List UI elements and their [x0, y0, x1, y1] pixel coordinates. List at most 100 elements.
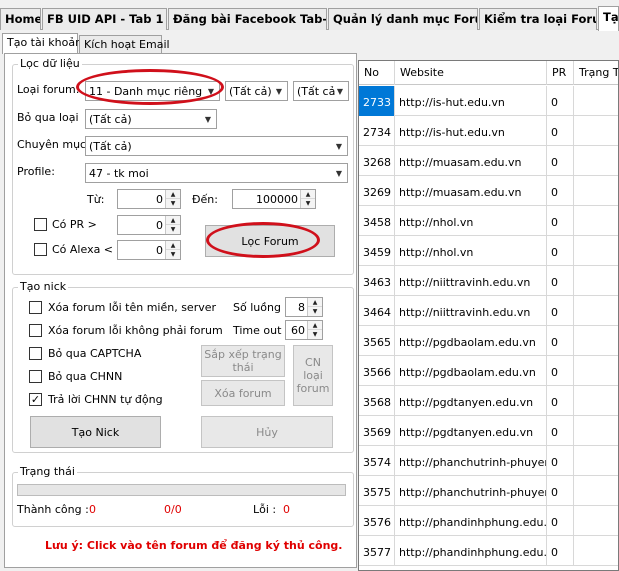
table-row[interactable]: 3577 http://phandinhphung.edu.vn 0	[359, 536, 618, 566]
caret-down-icon[interactable]: ▼	[166, 250, 180, 259]
cell-status[interactable]	[574, 506, 618, 536]
xoa-forum-loi-ten-mien-checkbox[interactable]	[29, 301, 42, 314]
caret-up-icon[interactable]: ▲	[308, 298, 322, 307]
cell-status[interactable]	[574, 476, 618, 506]
cell-no[interactable]: 3575	[359, 476, 395, 506]
bo-qua-chnn-checkbox[interactable]	[29, 370, 42, 383]
cell-pr[interactable]: 0	[547, 86, 574, 116]
table-row[interactable]: 3568 http://pgdtanyen.edu.vn 0	[359, 386, 618, 416]
cell-pr[interactable]: 0	[547, 536, 574, 566]
cell-website[interactable]: http://phandinhphung.edu.vn	[395, 506, 547, 536]
cell-pr[interactable]: 0	[547, 176, 574, 206]
cn-loai-forum-button[interactable]: CN loại forum	[293, 345, 333, 406]
spin-buttons[interactable]: ▲ ▼	[165, 190, 180, 208]
cell-website[interactable]: http://niittravinh.edu.vn	[395, 296, 547, 326]
tab-tao-tai-khoan[interactable]: Tạ	[598, 6, 619, 31]
cell-website[interactable]: http://phanchutrinh-phuyen...	[395, 446, 547, 476]
tu-stepper[interactable]: 0 ▲ ▼	[117, 189, 181, 209]
column-header-no[interactable]: No	[359, 61, 395, 85]
forum-grid[interactable]: No Website PR Trạng T 2733 http://is-hut.…	[358, 60, 619, 571]
cell-status[interactable]	[574, 116, 618, 146]
cell-no[interactable]: 3574	[359, 446, 395, 476]
tab-dang-bai-facebook[interactable]: Đăng bài Facebook Tab-1	[168, 8, 327, 30]
so-luong-stepper[interactable]: 8 ▲ ▼	[285, 297, 323, 317]
cell-status[interactable]	[574, 326, 618, 356]
cell-no[interactable]: 3566	[359, 356, 395, 386]
cell-website[interactable]: http://pgdtanyen.edu.vn	[395, 416, 547, 446]
cell-website[interactable]: http://phandinhphung.edu.vn	[395, 536, 547, 566]
tab-fb-uid-api[interactable]: FB UID API - Tab 1	[42, 8, 167, 30]
table-row[interactable]: 3565 http://pgdbaolam.edu.vn 0	[359, 326, 618, 356]
cell-no[interactable]: 3458	[359, 206, 395, 236]
delete-forum-button[interactable]: Xóa forum	[201, 380, 285, 406]
column-header-status[interactable]: Trạng T	[574, 61, 618, 85]
cell-no[interactable]: 3565	[359, 326, 395, 356]
cell-no[interactable]: 3576	[359, 506, 395, 536]
tra-loi-chnn-tu-dong-checkbox[interactable]: ✓	[29, 393, 42, 406]
cell-website[interactable]: http://pgdtanyen.edu.vn	[395, 386, 547, 416]
subtab-tao-tai-khoan[interactable]: Tạo tài khoản	[2, 33, 82, 54]
cell-pr[interactable]: 0	[547, 476, 574, 506]
cell-website[interactable]: http://pgdbaolam.edu.vn	[395, 326, 547, 356]
cell-status[interactable]	[574, 416, 618, 446]
caret-down-icon[interactable]: ▼	[308, 330, 322, 339]
create-nick-button[interactable]: Tạo Nick	[30, 416, 161, 448]
tab-home[interactable]: Home	[0, 8, 41, 30]
cell-status[interactable]	[574, 356, 618, 386]
table-row[interactable]: 2733 http://is-hut.edu.vn 0	[359, 86, 618, 116]
co-pr-stepper[interactable]: 0 ▲ ▼	[117, 215, 181, 235]
cell-website[interactable]: http://nhol.vn	[395, 206, 547, 236]
table-row[interactable]: 3566 http://pgdbaolam.edu.vn 0	[359, 356, 618, 386]
cell-pr[interactable]: 0	[547, 296, 574, 326]
den-stepper[interactable]: 100000 ▲ ▼	[232, 189, 316, 209]
column-header-pr[interactable]: PR	[547, 61, 574, 85]
caret-down-icon[interactable]: ▼	[166, 199, 180, 208]
cancel-button[interactable]: Hủy	[201, 416, 333, 448]
table-row[interactable]: 3569 http://pgdtanyen.edu.vn 0	[359, 416, 618, 446]
cell-pr[interactable]: 0	[547, 416, 574, 446]
cell-pr[interactable]: 0	[547, 446, 574, 476]
co-pr-checkbox[interactable]	[34, 218, 47, 231]
cell-no[interactable]: 2734	[359, 116, 395, 146]
cell-status[interactable]	[574, 86, 618, 116]
column-header-website[interactable]: Website	[395, 61, 547, 85]
xoa-forum-khong-phai-forum-checkbox[interactable]	[29, 324, 42, 337]
cell-website[interactable]: http://muasam.edu.vn	[395, 146, 547, 176]
co-alexa-checkbox[interactable]	[34, 243, 47, 256]
cell-no[interactable]: 3464	[359, 296, 395, 326]
cell-status[interactable]	[574, 446, 618, 476]
bo-qua-captcha-checkbox[interactable]	[29, 347, 42, 360]
cell-status[interactable]	[574, 236, 618, 266]
tab-quan-ly-danh-muc-forum[interactable]: Quản lý danh mục Forum	[328, 8, 478, 30]
time-out-stepper[interactable]: 60 ▲ ▼	[285, 320, 323, 340]
caret-up-icon[interactable]: ▲	[166, 216, 180, 225]
spin-buttons[interactable]: ▲ ▼	[307, 298, 322, 316]
cell-website[interactable]: http://muasam.edu.vn	[395, 176, 547, 206]
cell-website[interactable]: http://nhol.vn	[395, 236, 547, 266]
cell-status[interactable]	[574, 266, 618, 296]
cell-pr[interactable]: 0	[547, 266, 574, 296]
cell-status[interactable]	[574, 296, 618, 326]
cell-no[interactable]: 3569	[359, 416, 395, 446]
cell-pr[interactable]: 0	[547, 386, 574, 416]
bo-qua-loai-select[interactable]: (Tất cả) ▼	[85, 109, 217, 129]
table-row[interactable]: 3575 http://phanchutrinh-phuyen... 0	[359, 476, 618, 506]
sort-status-button[interactable]: Sắp xếp trạng thái	[201, 345, 285, 377]
co-alexa-stepper[interactable]: 0 ▲ ▼	[117, 240, 181, 260]
cell-website[interactable]: http://is-hut.edu.vn	[395, 116, 547, 146]
cell-status[interactable]	[574, 206, 618, 236]
table-row[interactable]: 2734 http://is-hut.edu.vn 0	[359, 116, 618, 146]
spin-buttons[interactable]: ▲ ▼	[307, 321, 322, 339]
cell-website[interactable]: http://niittravinh.edu.vn	[395, 266, 547, 296]
table-row[interactable]: 3576 http://phandinhphung.edu.vn 0	[359, 506, 618, 536]
cell-no[interactable]: 2733	[359, 86, 395, 116]
table-row[interactable]: 3458 http://nhol.vn 0	[359, 206, 618, 236]
cell-website[interactable]: http://phanchutrinh-phuyen...	[395, 476, 547, 506]
extra-filter-select[interactable]: (Tất cả ▼	[293, 81, 349, 101]
cell-website[interactable]: http://pgdbaolam.edu.vn	[395, 356, 547, 386]
sub-category-select[interactable]: (Tất cả) ▼	[225, 81, 288, 101]
cell-pr[interactable]: 0	[547, 236, 574, 266]
spin-buttons[interactable]: ▲ ▼	[165, 216, 180, 234]
chuyen-muc-select[interactable]: (Tất cả) ▼	[85, 136, 348, 156]
cell-no[interactable]: 3269	[359, 176, 395, 206]
